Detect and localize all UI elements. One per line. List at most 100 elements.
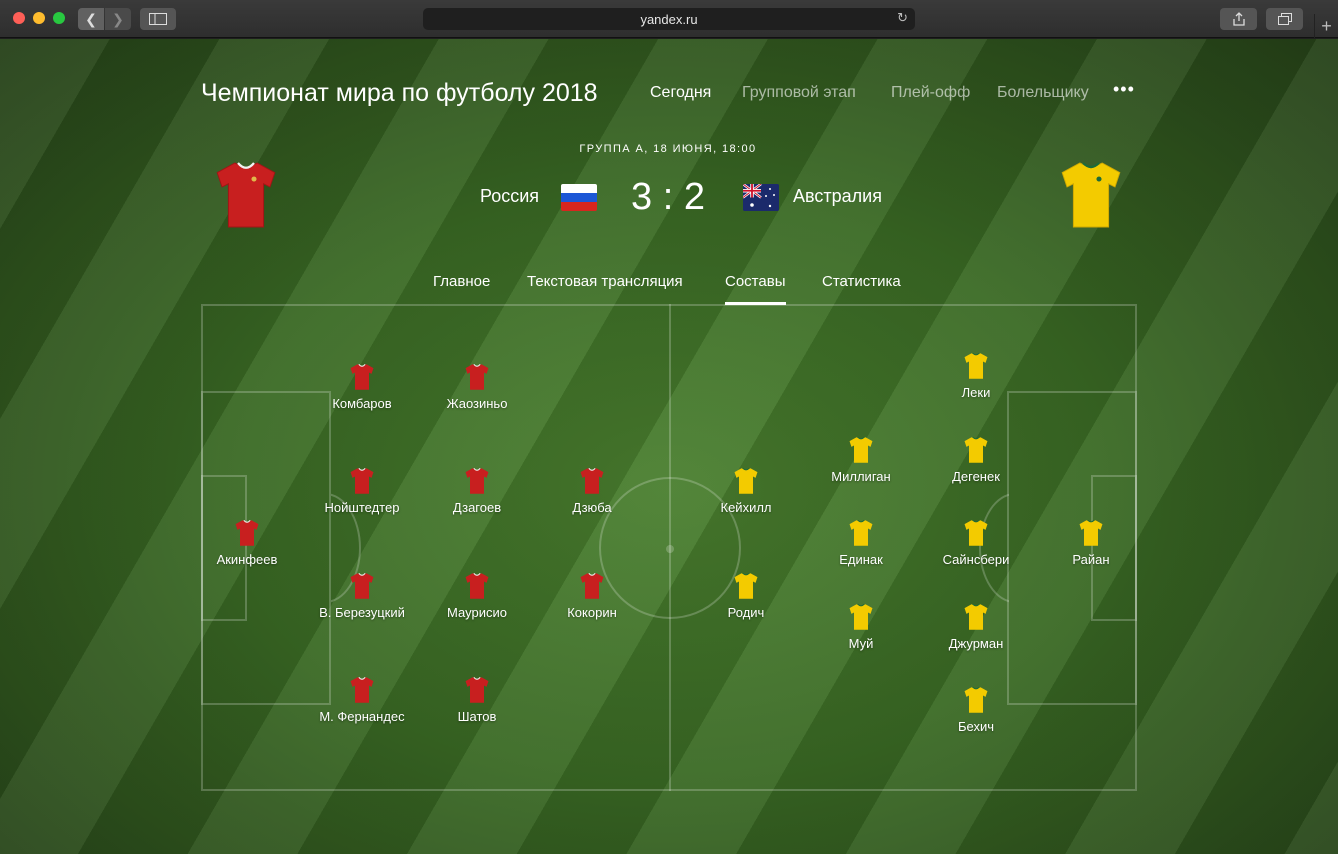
player-name: Кокорин — [567, 605, 617, 620]
yellow-shirt-icon — [849, 519, 873, 546]
player-name: Родич — [727, 605, 765, 620]
player-away-goalkeeper[interactable]: Райан — [1031, 519, 1151, 567]
yellow-shirt-icon — [964, 519, 988, 546]
player-home-defender-4[interactable]: М. Фернандес — [302, 676, 422, 724]
yellow-shirt-icon — [964, 686, 988, 713]
player-name: Нойштедтер — [324, 500, 400, 515]
red-shirt-icon — [350, 676, 374, 703]
share-button[interactable] — [1220, 8, 1257, 30]
tabs-icon — [1277, 13, 1292, 25]
red-shirt-icon — [465, 467, 489, 494]
red-shirt-icon — [465, 363, 489, 390]
minimize-window-button[interactable] — [33, 12, 45, 24]
yellow-shirt-icon — [964, 352, 988, 379]
player-name: Единак — [839, 552, 883, 567]
red-shirt-icon — [580, 467, 604, 494]
player-name: Шатов — [457, 709, 497, 724]
tab-statistics[interactable]: Статистика — [822, 273, 901, 290]
player-name: Маурисио — [447, 605, 507, 620]
nav-playoff[interactable]: Плей-офф — [891, 84, 970, 102]
player-away-defender-3[interactable]: Сайнсбери — [916, 519, 1036, 567]
player-home-midfielder-3[interactable]: Маурисио — [417, 572, 537, 620]
zoom-window-button[interactable] — [53, 12, 65, 24]
player-name: Кейхилл — [720, 500, 772, 515]
sidebar-toggle-button[interactable] — [140, 8, 176, 30]
player-name: Комбаров — [332, 396, 392, 411]
tab-text-broadcast[interactable]: Текстовая трансляция — [527, 273, 683, 290]
player-away-midfielder-3[interactable]: Муй — [801, 603, 921, 651]
new-tab-button[interactable]: + — [1314, 14, 1338, 38]
player-away-midfielder-1[interactable]: Миллиган — [801, 436, 921, 484]
player-home-midfielder-1[interactable]: Жаозиньо — [417, 363, 537, 411]
player-away-forward-1[interactable]: Кейхилл — [686, 467, 806, 515]
chevron-right-icon: ❯ — [112, 10, 124, 27]
player-away-forward-2[interactable]: Родич — [686, 572, 806, 620]
home-team-shirt-icon — [214, 159, 278, 236]
russia-flag-icon — [561, 184, 597, 211]
yellow-shirt-icon — [964, 603, 988, 630]
back-button[interactable]: ❮ — [78, 8, 104, 30]
page-content: Чемпионат мира по футболу 2018 Сегодня Г… — [0, 39, 1338, 854]
url-text: yandex.ru — [640, 11, 698, 27]
forward-button[interactable]: ❯ — [105, 8, 131, 30]
player-home-forward-2[interactable]: Кокорин — [532, 572, 652, 620]
yellow-shirt-icon — [964, 436, 988, 463]
red-shirt-icon — [580, 572, 604, 599]
chevron-left-icon: ❮ — [85, 10, 97, 27]
browser-toolbar: ❮ ❯ yandex.ru ↻ + — [0, 0, 1338, 38]
yellow-shirt-icon — [1079, 519, 1103, 546]
player-away-defender-1[interactable]: Леки — [916, 352, 1036, 400]
nav-group-stage[interactable]: Групповой этап — [742, 84, 856, 102]
player-name: М. Фернандес — [319, 709, 405, 724]
player-name: Миллиган — [831, 469, 891, 484]
player-name: Джурман — [948, 636, 1004, 651]
player-away-midfielder-2[interactable]: Единак — [801, 519, 921, 567]
red-shirt-icon — [350, 363, 374, 390]
red-shirt-icon — [350, 572, 374, 599]
yellow-shirt-icon — [849, 603, 873, 630]
more-menu-button[interactable]: ••• — [1113, 79, 1135, 100]
reload-icon[interactable]: ↻ — [897, 10, 908, 26]
red-shirt-icon — [465, 572, 489, 599]
player-name: Дзюба — [572, 500, 612, 515]
player-name: Дзагоев — [452, 500, 502, 515]
away-team-name[interactable]: Австралия — [793, 186, 882, 207]
match-meta: ГРУППА А, 18 ИЮНЯ, 18:00 — [579, 143, 757, 155]
player-home-defender-1[interactable]: Комбаров — [302, 363, 422, 411]
player-name: Райан — [1072, 552, 1110, 567]
yellow-shirt-icon — [734, 467, 758, 494]
page-title: Чемпионат мира по футболу 2018 — [201, 79, 598, 107]
player-home-midfielder-2[interactable]: Дзагоев — [417, 467, 537, 515]
yellow-shirt-icon — [734, 572, 758, 599]
address-bar[interactable]: yandex.ru ↻ — [423, 8, 915, 30]
player-name: Дегенек — [952, 469, 1000, 484]
nav-today[interactable]: Сегодня — [650, 84, 711, 102]
player-home-midfielder-4[interactable]: Шатов — [417, 676, 537, 724]
player-away-defender-2[interactable]: Дегенек — [916, 436, 1036, 484]
player-name: Бехич — [957, 719, 994, 734]
away-team-shirt-icon — [1059, 159, 1123, 236]
tab-lineups[interactable]: Составы — [725, 273, 785, 290]
player-name: Жаозиньо — [446, 396, 508, 411]
share-icon — [1232, 12, 1245, 26]
red-shirt-icon — [235, 519, 259, 546]
sidebar-icon — [149, 13, 167, 25]
player-away-defender-4[interactable]: Джурман — [916, 603, 1036, 651]
player-name: Акинфеев — [216, 552, 278, 567]
player-home-defender-3[interactable]: В. Березуцкий — [302, 572, 422, 620]
yellow-shirt-icon — [849, 436, 873, 463]
player-home-defender-2[interactable]: Нойштедтер — [302, 467, 422, 515]
player-home-forward-1[interactable]: Дзюба — [532, 467, 652, 515]
player-away-defender-5[interactable]: Бехич — [916, 686, 1036, 734]
nav-fan[interactable]: Болельщику — [997, 84, 1089, 102]
show-tabs-button[interactable] — [1266, 8, 1303, 30]
player-name: В. Березуцкий — [319, 605, 405, 620]
close-window-button[interactable] — [13, 12, 25, 24]
player-name: Леки — [961, 385, 991, 400]
player-name: Сайнсбери — [942, 552, 1010, 567]
home-team-name[interactable]: Россия — [480, 186, 539, 207]
tab-main[interactable]: Главное — [433, 273, 490, 290]
match-score: 3 : 2 — [631, 176, 705, 218]
player-home-goalkeeper[interactable]: Акинфеев — [187, 519, 307, 567]
red-shirt-icon — [465, 676, 489, 703]
